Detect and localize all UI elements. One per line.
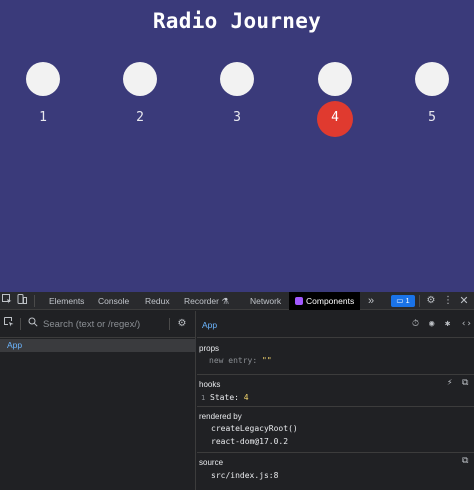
copy-icon[interactable]: ⧉ (462, 378, 468, 388)
issues-count: 1 (405, 296, 410, 305)
page-title: Radio Journey (152, 9, 322, 33)
tab-recorder-label: Recorder (184, 296, 219, 306)
props-label: props (199, 344, 220, 353)
issues-badge[interactable]: ▭ 1 (391, 295, 415, 307)
close-icon[interactable]: ✕ (458, 292, 470, 310)
rendered-by-section: rendered by createLegacyRoot() react-dom… (197, 407, 474, 453)
tab-network[interactable]: Network (250, 292, 281, 310)
component-search-bar: Search (text or /regex/) ⚙ (0, 311, 196, 338)
tab-recorder[interactable]: Recorder ⚗ (184, 292, 229, 310)
radio-button[interactable] (123, 62, 157, 96)
source-section: source ⧉ src/index.js:8 (197, 453, 474, 490)
radio-label-selected: 4 (317, 101, 353, 137)
tab-console[interactable]: Console (98, 292, 129, 310)
select-element-icon[interactable] (3, 315, 15, 333)
search-icon (27, 315, 39, 333)
bug-icon[interactable]: ✱ (445, 319, 450, 329)
devtools-panel: Elements Console Redux Recorder ⚗ Networ… (0, 292, 474, 490)
source-label: source (199, 458, 224, 467)
hook-value[interactable]: 4 (244, 393, 249, 402)
inspect-element-icon[interactable] (1, 292, 13, 310)
app-viewport: Radio Journey 1 2 3 4 5 (0, 0, 474, 292)
radio-label: 3 (233, 110, 241, 125)
tree-item-app[interactable]: App (0, 339, 196, 352)
devtools-tabbar: Elements Console Redux Recorder ⚗ Networ… (0, 292, 474, 310)
more-options-icon[interactable]: ⋮ (443, 292, 453, 310)
rendered-by-label: rendered by (199, 412, 242, 421)
rendered-by-item: react-dom@17.0.2 (211, 437, 289, 446)
rendered-by-item: createLegacyRoot() (211, 424, 298, 433)
radio-label: 5 (428, 110, 436, 125)
settings-gear-icon[interactable]: ⚙ (424, 292, 438, 310)
radio-button[interactable] (318, 62, 352, 96)
radio-option-5[interactable]: 5 (412, 61, 452, 131)
radio-button[interactable] (26, 62, 60, 96)
prop-row[interactable]: new entry: "" (209, 356, 272, 365)
hook-row[interactable]: 1 State: 4 (201, 393, 249, 402)
hooks-label: hooks (199, 380, 221, 389)
tab-elements[interactable]: Elements (49, 292, 84, 310)
radio-button[interactable] (220, 62, 254, 96)
message-icon: ▭ (396, 296, 404, 305)
inspector-pane: App ⏱ ◉ ✱ ‹› props new entry: "" hooks ⚡… (197, 311, 474, 490)
tab-components[interactable]: Components (289, 292, 361, 310)
react-icon (295, 297, 303, 305)
component-tree-pane: Search (text or /regex/) ⚙ App (0, 311, 196, 490)
radio-option-3[interactable]: 3 (217, 61, 257, 131)
tab-redux[interactable]: Redux (145, 292, 170, 310)
prop-value[interactable]: "" (262, 356, 272, 365)
hook-index: 1 (201, 394, 206, 402)
radio-group: 1 2 3 4 5 (0, 61, 474, 137)
radio-option-2[interactable]: 2 (120, 61, 160, 131)
component-search-input[interactable]: Search (text or /regex/) (43, 319, 140, 330)
selected-component-name: App (202, 320, 218, 330)
more-tabs-icon[interactable]: » (365, 292, 377, 310)
radio-option-4[interactable]: 4 (315, 61, 355, 137)
prop-key: new entry: (209, 356, 258, 365)
radio-label: 2 (136, 110, 144, 125)
device-toolbar-icon[interactable] (16, 292, 28, 310)
flask-icon: ⚗ (221, 296, 229, 306)
radio-option-1[interactable]: 1 (23, 61, 63, 131)
radio-button[interactable] (415, 62, 449, 96)
props-section: props new entry: "" (197, 339, 474, 375)
copy-icon[interactable]: ⧉ (462, 456, 468, 466)
stopwatch-icon[interactable]: ⏱ (412, 319, 419, 329)
magic-wand-icon[interactable]: ⚡ (447, 378, 452, 388)
hook-name: State: (210, 393, 239, 402)
view-source-icon[interactable]: ‹› (461, 319, 472, 329)
tab-components-label: Components (306, 296, 355, 306)
hooks-section: hooks ⚡ ⧉ 1 State: 4 (197, 375, 474, 407)
source-location[interactable]: src/index.js:8 (211, 471, 278, 480)
radio-label: 1 (39, 110, 47, 125)
eye-icon[interactable]: ◉ (429, 319, 434, 329)
settings-gear-icon[interactable]: ⚙ (175, 315, 189, 333)
inspector-header: App ⏱ ◉ ✱ ‹› (197, 311, 474, 338)
